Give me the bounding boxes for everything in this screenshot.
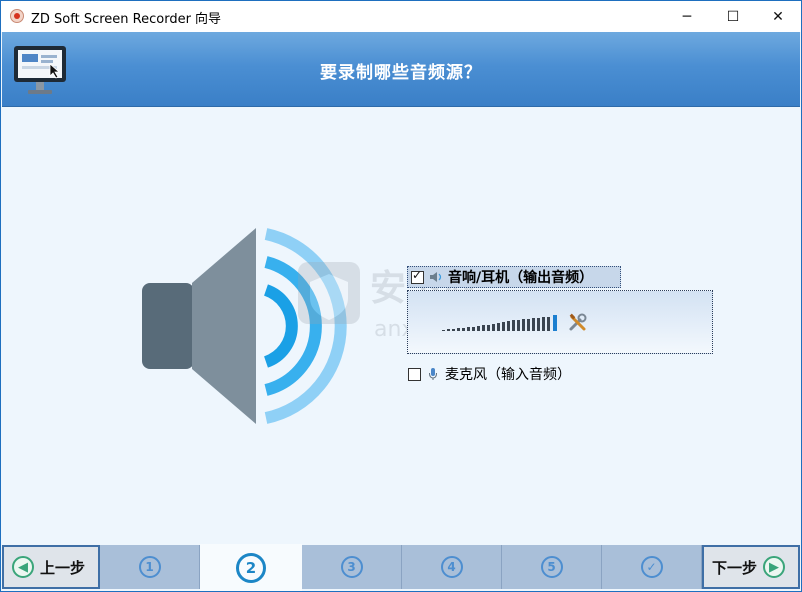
step-number: 2 bbox=[236, 552, 266, 583]
step-number: 5 bbox=[540, 556, 563, 578]
maximize-button[interactable]: ☐ bbox=[710, 1, 756, 32]
content-area: 安下载 anxz.com 音响/耳机（输出音频） bbox=[2, 108, 800, 544]
speaker-option[interactable]: 音响/耳机（输出音频） bbox=[407, 266, 621, 288]
step-number: 3 bbox=[340, 556, 363, 578]
step-number: 1 bbox=[138, 556, 161, 578]
minimize-button[interactable]: ─ bbox=[664, 1, 710, 32]
wizard-nav: ◀ 上一步 1 2 3 4 5 ✓ 下一步 ▶ bbox=[2, 544, 800, 591]
speaker-icon bbox=[430, 272, 442, 282]
maximize-icon: ☐ bbox=[726, 8, 740, 25]
close-icon: ✕ bbox=[772, 8, 784, 25]
step-tab-2[interactable]: 2 bbox=[200, 544, 302, 591]
next-button[interactable]: 下一步 ▶ bbox=[702, 545, 800, 589]
wizard-window: ZD Soft Screen Recorder 向导 ─ ☐ ✕ 要录制哪些音频… bbox=[0, 0, 802, 592]
wizard-header: 要录制哪些音频源？ bbox=[2, 32, 800, 107]
microphone-label: 麦克风（输入音频） bbox=[445, 367, 571, 383]
back-label: 上一步 bbox=[40, 558, 86, 577]
arrow-left-icon: ◀ bbox=[12, 556, 34, 578]
arrow-right-icon: ▶ bbox=[763, 556, 786, 578]
step-tab-4[interactable]: 4 bbox=[402, 545, 502, 589]
step-tab-5[interactable]: 5 bbox=[502, 545, 602, 589]
speaker-checkbox[interactable] bbox=[411, 268, 424, 284]
step-tab-3[interactable]: 3 bbox=[302, 545, 402, 589]
title-bar: ZD Soft Screen Recorder 向导 ─ ☐ ✕ bbox=[1, 1, 801, 32]
volume-level-meter[interactable] bbox=[442, 315, 560, 333]
page-title: 要录制哪些音频源？ bbox=[320, 63, 482, 83]
back-button[interactable]: ◀ 上一步 bbox=[2, 545, 100, 589]
microphone-option[interactable]: 麦克风（输入音频） bbox=[408, 364, 571, 384]
step-tab-finish[interactable]: ✓ bbox=[602, 545, 702, 589]
microphone-icon bbox=[429, 368, 437, 380]
speaker-volume-panel bbox=[407, 290, 713, 354]
step-number: 4 bbox=[440, 556, 463, 578]
window-title: ZD Soft Screen Recorder 向导 bbox=[31, 12, 222, 27]
speaker-label: 音响/耳机（输出音频） bbox=[448, 270, 594, 286]
next-label: 下一步 bbox=[712, 558, 758, 577]
app-record-icon bbox=[10, 9, 24, 23]
close-button[interactable]: ✕ bbox=[755, 1, 801, 32]
minimize-icon: ─ bbox=[682, 8, 692, 25]
audio-settings-tools-icon[interactable] bbox=[568, 313, 588, 333]
checkmark-icon: ✓ bbox=[640, 556, 663, 578]
step-tab-1[interactable]: 1 bbox=[100, 545, 200, 589]
microphone-checkbox[interactable] bbox=[408, 367, 421, 381]
